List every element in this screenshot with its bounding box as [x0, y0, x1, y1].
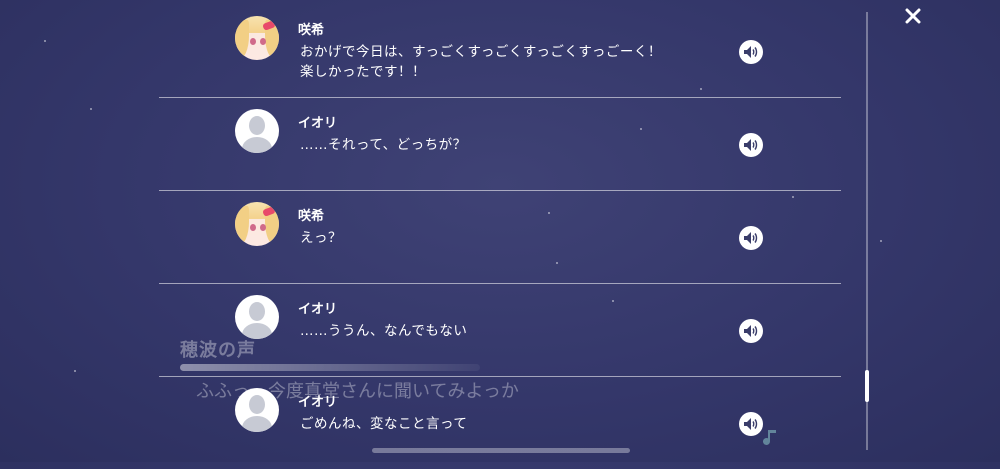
log-entry: イオリ ……ううん、なんでもない — [159, 283, 841, 377]
music-note-icon — [760, 426, 784, 450]
speaker-name: イオリ — [298, 302, 338, 317]
avatar-placeholder — [235, 295, 279, 339]
log-entry: イオリ ……それって、どっちが？ — [159, 97, 841, 191]
avatar-placeholder — [235, 388, 279, 432]
dialogue-log[interactable]: 咲希 おかげで今日は、すっごくすっごくすっごくすっごーく！ 楽しかったです！！ … — [159, 0, 841, 462]
log-entry: 咲希 おかげで今日は、すっごくすっごくすっごくすっごーく！ 楽しかったです！！ — [159, 4, 841, 98]
speaker-name: 咲希 — [298, 23, 325, 38]
dialogue-text: えっ？ — [300, 230, 342, 246]
log-entry: 咲希 えっ？ — [159, 190, 841, 284]
speaker-icon — [744, 46, 758, 58]
speaker-icon — [744, 139, 758, 151]
close-button[interactable] — [902, 6, 924, 28]
speaker-icon — [744, 232, 758, 244]
bottom-handle-bar[interactable] — [372, 448, 630, 453]
speaker-name: 咲希 — [298, 209, 325, 224]
log-entry: イオリ ごめんね、変なこと言って — [159, 376, 841, 469]
avatar-saki — [235, 202, 279, 246]
speaker-icon — [744, 325, 758, 337]
speaker-name: イオリ — [298, 116, 338, 131]
scrollbar-thumb[interactable] — [865, 370, 869, 402]
avatar-saki — [235, 16, 279, 60]
speaker-icon — [744, 418, 758, 430]
speaker-name: イオリ — [298, 395, 338, 410]
voice-replay-button[interactable] — [739, 319, 763, 343]
dialogue-text: おかげで今日は、すっごくすっごくすっごくすっごーく！ 楽しかったです！！ — [300, 44, 662, 80]
close-icon — [905, 8, 921, 24]
avatar-placeholder — [235, 109, 279, 153]
dialogue-text: ……ううん、なんでもない — [300, 323, 468, 339]
voice-replay-button[interactable] — [739, 226, 763, 250]
voice-replay-button[interactable] — [739, 40, 763, 64]
dialogue-text: ……それって、どっちが？ — [300, 137, 467, 153]
voice-replay-button[interactable] — [739, 133, 763, 157]
dialogue-text: ごめんね、変なこと言って — [300, 416, 468, 432]
